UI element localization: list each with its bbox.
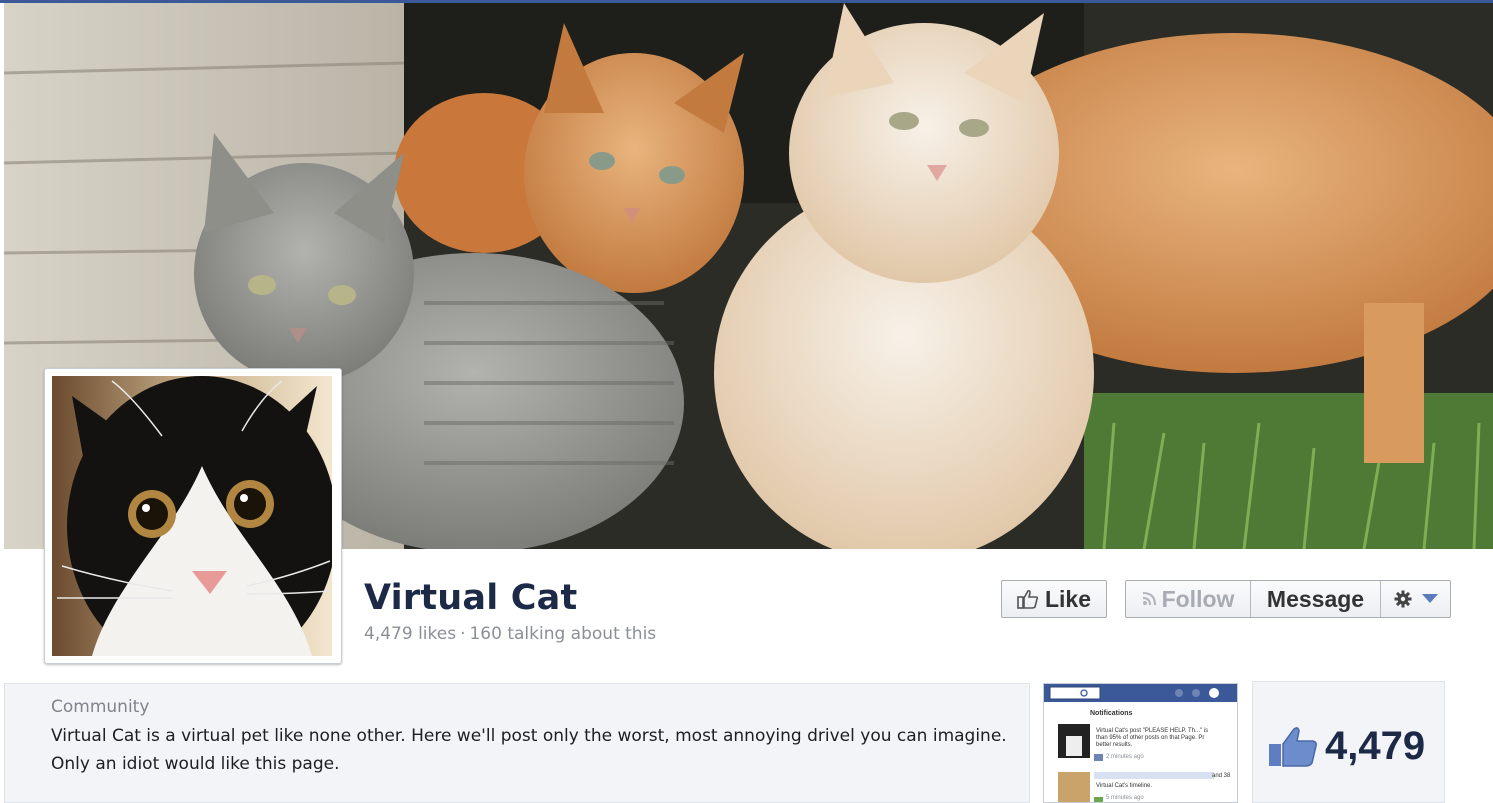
- page-description: Virtual Cat is a virtual pet like none o…: [51, 726, 1007, 774]
- talking-about-text: 160 talking about this: [469, 624, 657, 644]
- like-button[interactable]: Like: [1001, 580, 1107, 618]
- caret-down-icon: [1421, 594, 1438, 603]
- follow-button-label: Follow: [1161, 585, 1235, 612]
- action-button-group: Follow Message: [1125, 580, 1451, 618]
- thumb-notification-2-extra: and 38: [1212, 773, 1231, 779]
- follow-button[interactable]: Follow: [1126, 581, 1251, 617]
- thumb-notification-1-time: 2 minutes ago: [1106, 754, 1144, 760]
- profile-picture[interactable]: [44, 368, 342, 664]
- thumbs-up-icon: [1269, 727, 1317, 767]
- thumb-notification-2: Virtual Cat's timeline.: [1096, 783, 1153, 789]
- thumbs-up-icon: [1017, 589, 1039, 609]
- stats-separator: ·: [460, 624, 466, 644]
- likes-count-text[interactable]: 4,479 likes: [364, 624, 456, 644]
- rss-icon: [1142, 592, 1156, 606]
- page-category[interactable]: Community: [51, 697, 149, 717]
- gear-icon: [1394, 590, 1411, 608]
- like-button-label: Like: [1044, 585, 1092, 612]
- about-box: Community Virtual Cat is a virtual pet l…: [4, 683, 1030, 803]
- page-stats: 4,479 likes · 160 talking about this: [364, 624, 656, 644]
- thumb-notification-1: Virtual Cat's post "PLEASE HELP. Th..." …: [1096, 728, 1209, 748]
- app-thumbnail[interactable]: Notifications Virtual Cat's post "PLEASE…: [1043, 683, 1238, 803]
- settings-dropdown-button[interactable]: [1381, 581, 1450, 617]
- thumb-notifications-header: Notifications: [1090, 710, 1133, 717]
- message-button[interactable]: Message: [1251, 581, 1381, 617]
- likes-count: 4,479: [1325, 724, 1426, 768]
- thumb-notification-2-time: 5 minutes ago: [1106, 795, 1144, 801]
- page-title[interactable]: Virtual Cat: [364, 578, 577, 618]
- message-button-label: Message: [1266, 585, 1365, 612]
- likes-box[interactable]: 4,479: [1252, 681, 1445, 803]
